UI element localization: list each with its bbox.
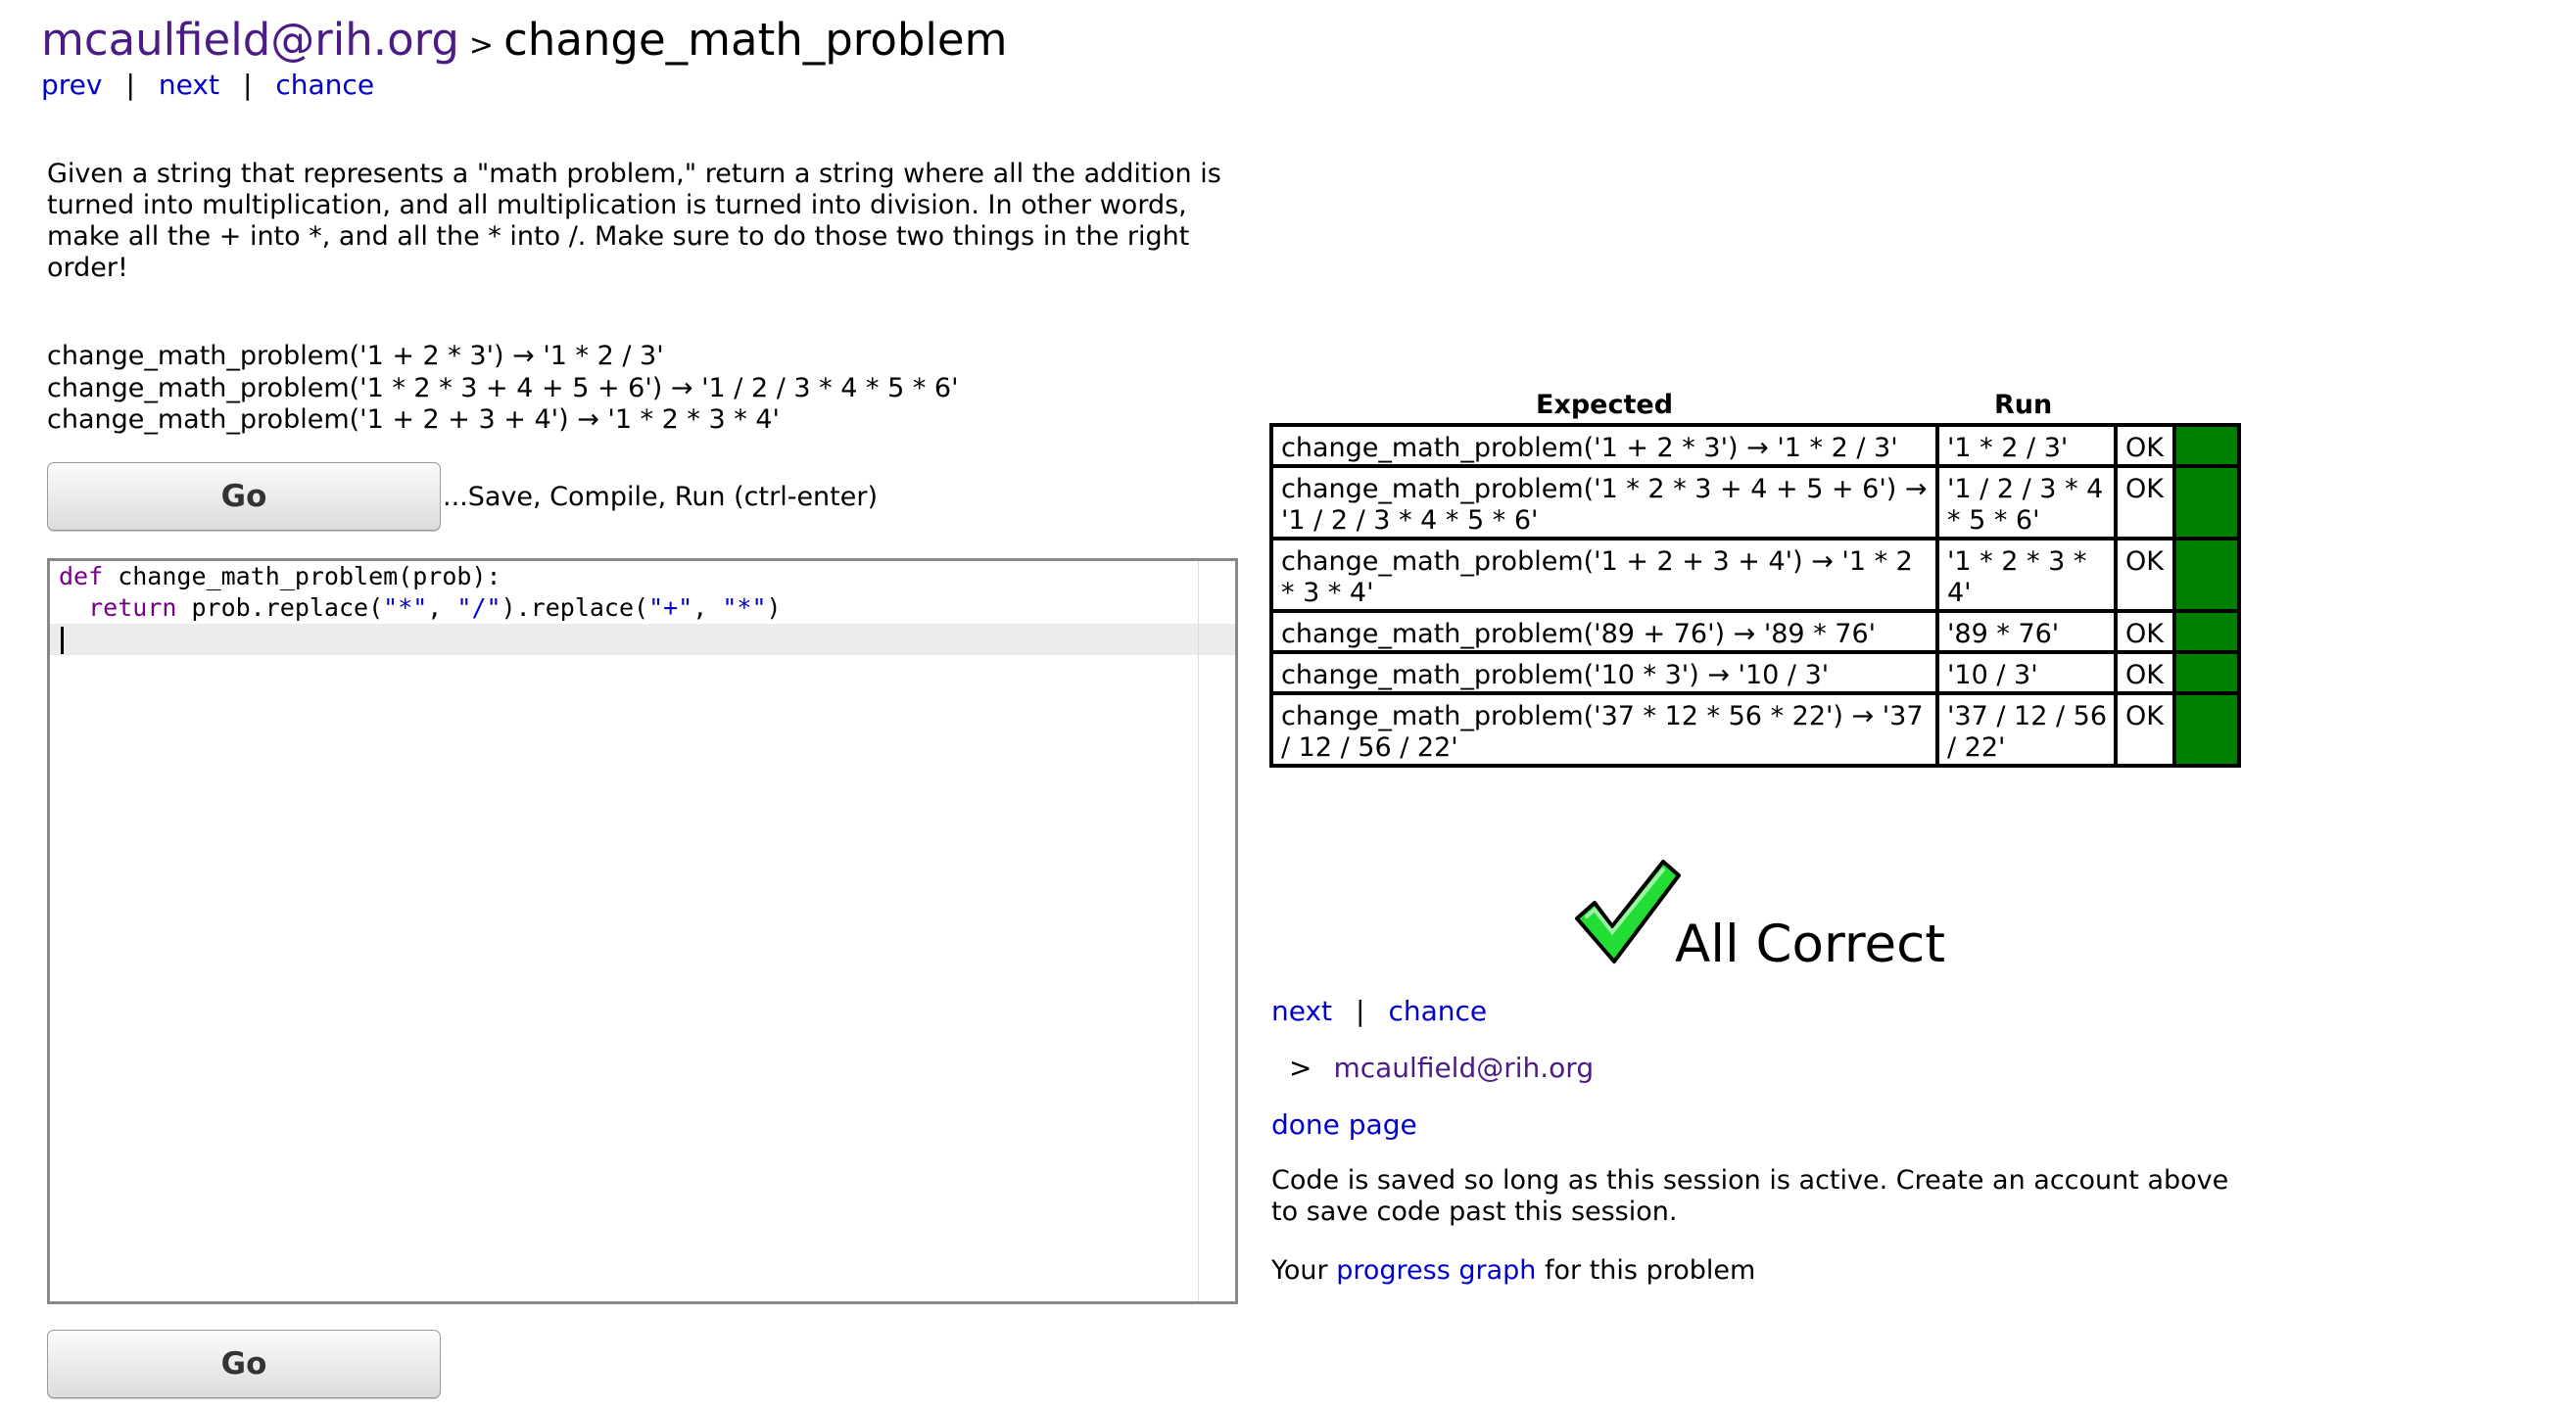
example-line: change_math_problem('1 + 2 + 3 + 4') → '… <box>47 404 780 435</box>
progress-prefix: Your <box>1271 1255 1328 1286</box>
table-row: change_math_problem('37 * 12 * 56 * 22')… <box>1269 691 2241 768</box>
page-header: mcaulfield@rih.org > change_math_problem <box>41 14 1007 66</box>
save-note: Code is saved so long as this session is… <box>1271 1165 2229 1227</box>
nav-divider: | <box>242 69 253 101</box>
active-code-line[interactable] <box>50 624 1235 655</box>
code-keyword: def <box>59 562 104 590</box>
user-arrow: > <box>1289 1052 1312 1084</box>
pass-indicator <box>2172 423 2241 468</box>
code-text: , <box>692 593 723 622</box>
user-link-bottom[interactable]: mcaulfield@rih.org <box>1333 1052 1594 1084</box>
expected-cell: change_math_problem('89 + 76') → '89 * 7… <box>1269 609 1939 654</box>
all-correct-label: All Correct <box>1675 915 1945 974</box>
results-table: change_math_problem('1 + 2 * 3') → '1 * … <box>1269 423 2241 768</box>
run-cell: '89 * 76' <box>1935 609 2118 654</box>
progress-row: Your progress graph for this problem <box>1271 1255 1755 1286</box>
status-cell: OK <box>2114 423 2176 468</box>
code-line: return prob.replace("*", "/").replace("+… <box>50 592 1235 624</box>
status-cell: OK <box>2114 464 2176 540</box>
top-navigation: prev | next | chance <box>41 69 374 101</box>
problem-description: Given a string that represents a "math p… <box>47 159 1221 283</box>
examples-list: change_math_problem('1 + 2 * 3') → '1 * … <box>47 341 959 437</box>
code-string: "*" <box>383 593 428 622</box>
nav-divider: | <box>1356 995 1365 1027</box>
run-cell: '1 / 2 / 3 * 4 * 5 * 6' <box>1935 464 2118 540</box>
code-text: ) <box>766 593 782 622</box>
text-cursor <box>61 627 64 654</box>
go-button-bottom[interactable]: Go <box>47 1330 441 1398</box>
run-cell: '10 / 3' <box>1935 650 2118 695</box>
code-editor[interactable]: def change_math_problem(prob): return pr… <box>47 558 1238 1304</box>
pass-indicator <box>2172 464 2241 540</box>
chance-link[interactable]: chance <box>275 69 374 101</box>
status-cell: OK <box>2114 537 2176 613</box>
table-row: change_math_problem('10 * 3') → '10 / 3'… <box>1269 650 2241 695</box>
chance-link-bottom[interactable]: chance <box>1388 995 1487 1027</box>
example-line: change_math_problem('1 * 2 * 3 + 4 + 5 +… <box>47 372 959 403</box>
run-cell: '37 / 12 / 56 / 22' <box>1935 691 2118 768</box>
code-string: "+" <box>648 593 693 622</box>
bottom-navigation: next | chance <box>1271 995 1487 1027</box>
table-row: change_math_problem('1 + 2 * 3') → '1 * … <box>1269 423 2241 468</box>
progress-suffix: for this problem <box>1545 1255 1756 1286</box>
expected-cell: change_math_problem('37 * 12 * 56 * 22')… <box>1269 691 1939 768</box>
code-text: prob.replace( <box>176 593 384 622</box>
table-row: change_math_problem('1 * 2 * 3 + 4 + 5 +… <box>1269 464 2241 540</box>
pass-indicator <box>2172 537 2241 613</box>
pass-indicator <box>2172 691 2241 768</box>
expected-cell: change_math_problem('1 + 2 + 3 + 4') → '… <box>1269 537 1939 613</box>
results-header-expected: Expected <box>1536 390 1674 420</box>
code-line: def change_math_problem(prob): <box>50 561 1235 592</box>
expected-cell: change_math_problem('1 + 2 * 3') → '1 * … <box>1269 423 1939 468</box>
code-text: ).replace( <box>501 593 649 622</box>
table-row: change_math_problem('1 + 2 + 3 + 4') → '… <box>1269 537 2241 613</box>
user-link[interactable]: mcaulfield@rih.org <box>41 14 459 66</box>
status-cell: OK <box>2114 609 2176 654</box>
table-row: change_math_problem('89 + 76') → '89 * 7… <box>1269 609 2241 654</box>
go-button[interactable]: Go <box>47 462 441 531</box>
code-string: "/" <box>456 593 501 622</box>
pass-indicator <box>2172 650 2241 695</box>
checkmark-icon <box>1575 860 1681 964</box>
code-string: "*" <box>722 593 767 622</box>
results-header-run: Run <box>1994 390 2053 420</box>
code-keyword: return <box>88 593 177 622</box>
expected-cell: change_math_problem('10 * 3') → '10 / 3' <box>1269 650 1939 695</box>
next-link-bottom[interactable]: next <box>1271 995 1332 1027</box>
done-page-link[interactable]: done page <box>1271 1108 1417 1141</box>
run-cell: '1 * 2 / 3' <box>1935 423 2118 468</box>
expected-cell: change_math_problem('1 * 2 * 3 + 4 + 5 +… <box>1269 464 1939 540</box>
prev-link[interactable]: prev <box>41 69 102 101</box>
progress-graph-link[interactable]: progress graph <box>1336 1255 1536 1286</box>
code-text: change_math_problem(prob): <box>103 562 501 590</box>
next-link[interactable]: next <box>159 69 219 101</box>
pass-indicator <box>2172 609 2241 654</box>
status-cell: OK <box>2114 650 2176 695</box>
status-cell: OK <box>2114 691 2176 768</box>
user-row: > mcaulfield@rih.org <box>1289 1052 1594 1084</box>
nav-divider: | <box>125 69 135 101</box>
editor-margin-line <box>1198 561 1199 1301</box>
run-cell: '1 * 2 * 3 * 4' <box>1935 537 2118 613</box>
page-title: change_math_problem <box>503 14 1008 66</box>
example-line: change_math_problem('1 + 2 * 3') → '1 * … <box>47 341 664 371</box>
go-hint: ...Save, Compile, Run (ctrl-enter) <box>443 482 878 512</box>
code-text: , <box>427 593 457 622</box>
breadcrumb-separator: > <box>468 28 495 63</box>
